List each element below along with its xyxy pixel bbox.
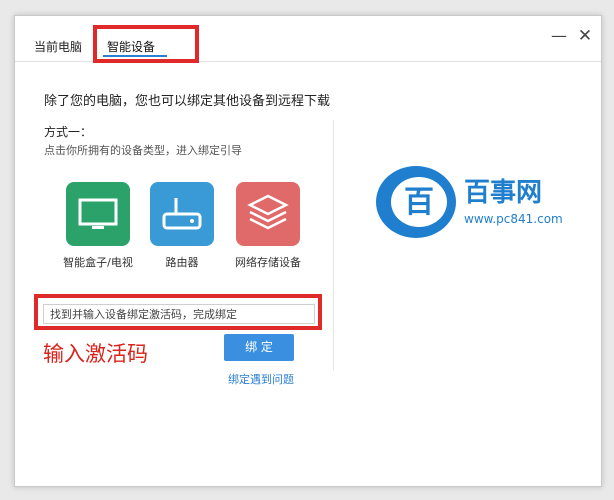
logo-glyph: 百 <box>404 185 434 220</box>
highlight-box-input <box>34 294 322 330</box>
tab-current-computer[interactable]: 当前电脑 <box>34 38 82 55</box>
logo-name: 百事网 <box>464 178 543 208</box>
tab-bar: 当前电脑 智能设备 — ✕ <box>15 16 601 63</box>
device-label-tv: 智能盒子/电视 <box>63 256 133 269</box>
tv-icon <box>66 182 130 246</box>
annotation-text: 输入激活码 <box>43 342 148 366</box>
bind-help-link[interactable]: 绑定遇到问题 <box>228 371 294 387</box>
description-text: 除了您的电脑，您也可以绑定其他设备到远程下载 <box>44 94 331 109</box>
method-description: 点击你所拥有的设备类型，进入绑定引导 <box>44 144 242 157</box>
close-button[interactable]: ✕ <box>575 26 595 46</box>
device-tv-box[interactable]: 智能盒子/电视 <box>53 182 143 270</box>
router-icon <box>150 182 214 246</box>
bind-button[interactable]: 绑 定 <box>224 334 294 361</box>
logo-circle-icon: 百 <box>376 166 456 238</box>
device-router[interactable]: 路由器 <box>137 182 227 270</box>
logo-url: www.pc841.com <box>464 212 563 226</box>
device-storage[interactable]: 网络存储设备 <box>223 182 313 270</box>
minimize-button[interactable]: — <box>549 26 569 46</box>
device-label-router: 路由器 <box>165 256 199 269</box>
storage-icon <box>236 182 300 246</box>
device-label-storage: 网络存储设备 <box>235 256 301 269</box>
highlight-box-tab <box>93 25 199 63</box>
dialog-window: 当前电脑 智能设备 — ✕ 除了您的电脑，您也可以绑定其他设备到远程下载 方式一… <box>14 15 602 487</box>
method-title: 方式一： <box>44 125 93 139</box>
vertical-divider <box>333 120 334 370</box>
